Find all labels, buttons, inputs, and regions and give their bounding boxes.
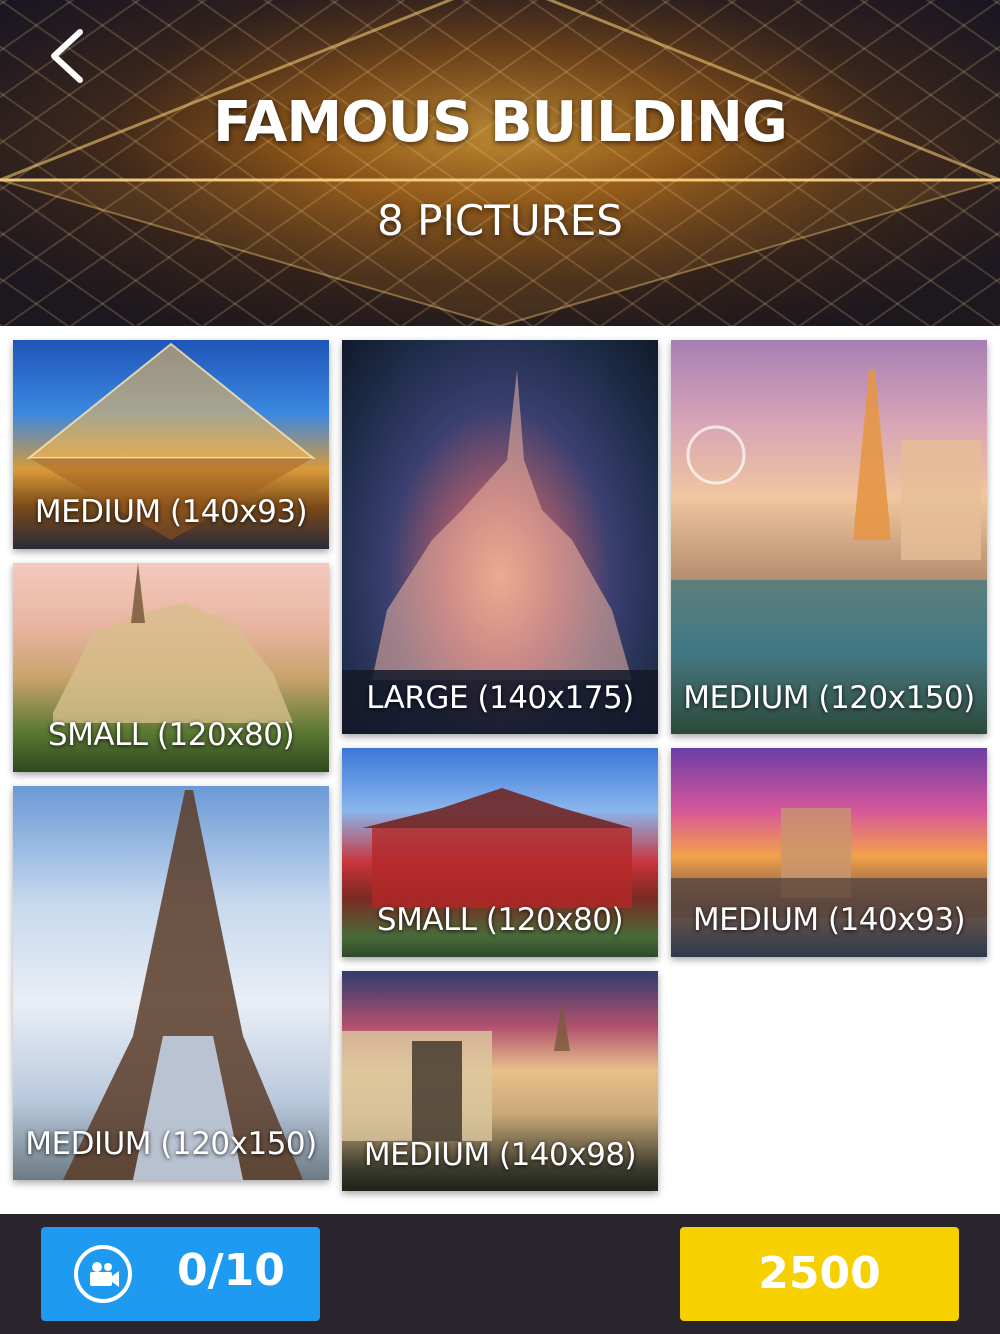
- tile-image: [671, 340, 987, 734]
- pyramid-decoration: [0, 0, 1000, 326]
- watch-video-button[interactable]: 0/10: [41, 1227, 320, 1321]
- video-counter: 0/10: [177, 1245, 285, 1296]
- coin-balance: 2500: [758, 1248, 881, 1299]
- back-icon[interactable]: [40, 24, 96, 88]
- tile-image: [342, 340, 658, 734]
- page-title: FAMOUS BUILDING: [213, 90, 788, 155]
- tile-size-label: MEDIUM (120x150): [683, 680, 975, 716]
- puzzle-tile-louvre[interactable]: MEDIUM (140x93): [13, 340, 329, 549]
- tile-size-label: SMALL (120x80): [47, 717, 295, 753]
- tile-image: [13, 786, 329, 1180]
- puzzle-tile-castle[interactable]: LARGE (140x175): [342, 340, 658, 734]
- tile-size-label: MEDIUM (140x93): [692, 902, 966, 938]
- tile-size-label: MEDIUM (140x93): [34, 494, 308, 530]
- puzzle-tile-eiffel[interactable]: MEDIUM (120x150): [13, 786, 329, 1180]
- tile-size-label: MEDIUM (140x98): [363, 1137, 637, 1173]
- puzzle-tile-parliament[interactable]: MEDIUM (140x98): [342, 971, 658, 1191]
- puzzle-tile-temple[interactable]: SMALL (120x80): [342, 748, 658, 957]
- puzzle-tile-las-vegas[interactable]: MEDIUM (120x150): [671, 340, 987, 734]
- tile-size-label: LARGE (140x175): [366, 680, 634, 716]
- puzzle-tile-bridge[interactable]: MEDIUM (140x93): [671, 748, 987, 957]
- tile-size-label: MEDIUM (120x150): [25, 1126, 317, 1162]
- puzzle-tile-notre-dame[interactable]: SMALL (120x80): [13, 563, 329, 772]
- tile-size-label: SMALL (120x80): [376, 902, 624, 938]
- video-camera-icon: [74, 1245, 132, 1303]
- category-header: FAMOUS BUILDING 8 PICTURES: [0, 0, 1000, 326]
- picture-count: 8 PICTURES: [377, 196, 623, 245]
- coins-button[interactable]: 2500: [680, 1227, 959, 1321]
- bottom-bar: 0/10 2500: [0, 1214, 1000, 1334]
